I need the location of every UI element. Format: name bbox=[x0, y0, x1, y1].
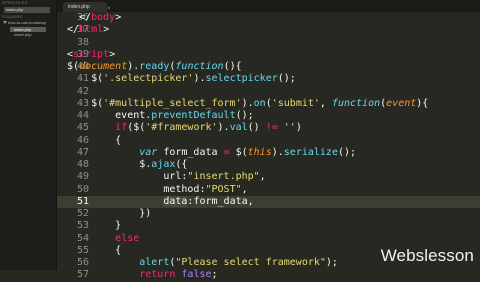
watermark-logo: Webslesson bbox=[380, 246, 474, 265]
code-text: alert("Please select framework"); bbox=[139, 257, 338, 268]
code-line: 46 { bbox=[57, 135, 480, 147]
code-line: 37 </html> bbox=[57, 24, 480, 36]
file-item-insert[interactable]: insert.php bbox=[14, 32, 32, 37]
code-text: method:"POST", bbox=[67, 183, 248, 195]
current-code-line: 51 data:form_data, bbox=[57, 195, 480, 208]
code-line: 39 <script> bbox=[57, 49, 480, 61]
code-line: 42 bbox=[57, 86, 480, 98]
code-text: } bbox=[67, 220, 122, 232]
code-text: }) bbox=[67, 208, 152, 219]
code-line: 54 else bbox=[57, 233, 480, 245]
folder-item[interactable]: how-to-use-bootstrap bbox=[3, 20, 46, 25]
code-text: $.ajax({ bbox=[67, 159, 188, 170]
tab-index-php[interactable]: index.php × bbox=[63, 2, 111, 12]
open-file-item[interactable]: index.php bbox=[4, 7, 50, 13]
code-text: var form_data = $(this).serialize(); bbox=[139, 146, 357, 158]
code-text: $('.selectpicker').selectpicker(); bbox=[67, 73, 296, 85]
code-text: </html> bbox=[67, 24, 110, 36]
code-text: return false; bbox=[139, 269, 218, 281]
code-line: 45 if($('#framework').val() != '') bbox=[57, 122, 480, 134]
code-line: 40 $(document).ready(function(){ bbox=[57, 61, 480, 73]
code-editor[interactable]: 36 </body> 37 </html> 38 39 <script> 40 … bbox=[57, 12, 480, 280]
tab-bar: index.php × bbox=[57, 0, 480, 12]
code-text: if($('#framework').val() != '') bbox=[115, 122, 302, 134]
code-text: event.preventDefault(); bbox=[67, 110, 254, 121]
code-line: 38 bbox=[57, 37, 480, 49]
code-line: 43 $('#multiple_select_form').on('submit… bbox=[57, 98, 480, 110]
code-line: 36 </body> bbox=[57, 12, 480, 24]
code-text: data:form_data, bbox=[163, 195, 254, 207]
code-text: <script> bbox=[67, 48, 116, 60]
code-text: $('#multiple_select_form').on('submit', … bbox=[67, 97, 429, 109]
code-line: 50 method:"POST", bbox=[57, 184, 480, 196]
line-number: 42 bbox=[76, 85, 89, 97]
code-line: 41 $('.selectpicker').selectpicker(); bbox=[57, 73, 480, 85]
line-number: 38 bbox=[76, 36, 89, 48]
code-line: 48 $.ajax({ bbox=[57, 159, 480, 171]
chevron-down-icon bbox=[3, 21, 7, 25]
code-text: { bbox=[67, 244, 122, 256]
code-text: url:"insert.php", bbox=[67, 171, 266, 183]
code-text: else bbox=[115, 232, 140, 244]
code-text: { bbox=[67, 134, 122, 146]
tab-label: index.php bbox=[68, 4, 90, 10]
code-text: $(document).ready(function(){ bbox=[67, 61, 242, 72]
code-line: 44 event.preventDefault(); bbox=[57, 110, 480, 122]
code-line: 52 }) bbox=[57, 208, 480, 220]
code-line: 57 return false; bbox=[57, 269, 480, 281]
code-line: 53 } bbox=[57, 220, 480, 232]
code-line: 47 var form_data = $(this).serialize(); bbox=[57, 147, 480, 159]
folder-label: how-to-use-bootstrap bbox=[8, 20, 46, 25]
code-line: 49 url:"insert.php", bbox=[57, 171, 480, 183]
open-files-header: OPEN FILES bbox=[2, 0, 28, 5]
file-sidebar: OPEN FILES index.php FOLDERS how-to-use-… bbox=[0, 0, 57, 270]
code-text: </body> bbox=[67, 12, 122, 23]
